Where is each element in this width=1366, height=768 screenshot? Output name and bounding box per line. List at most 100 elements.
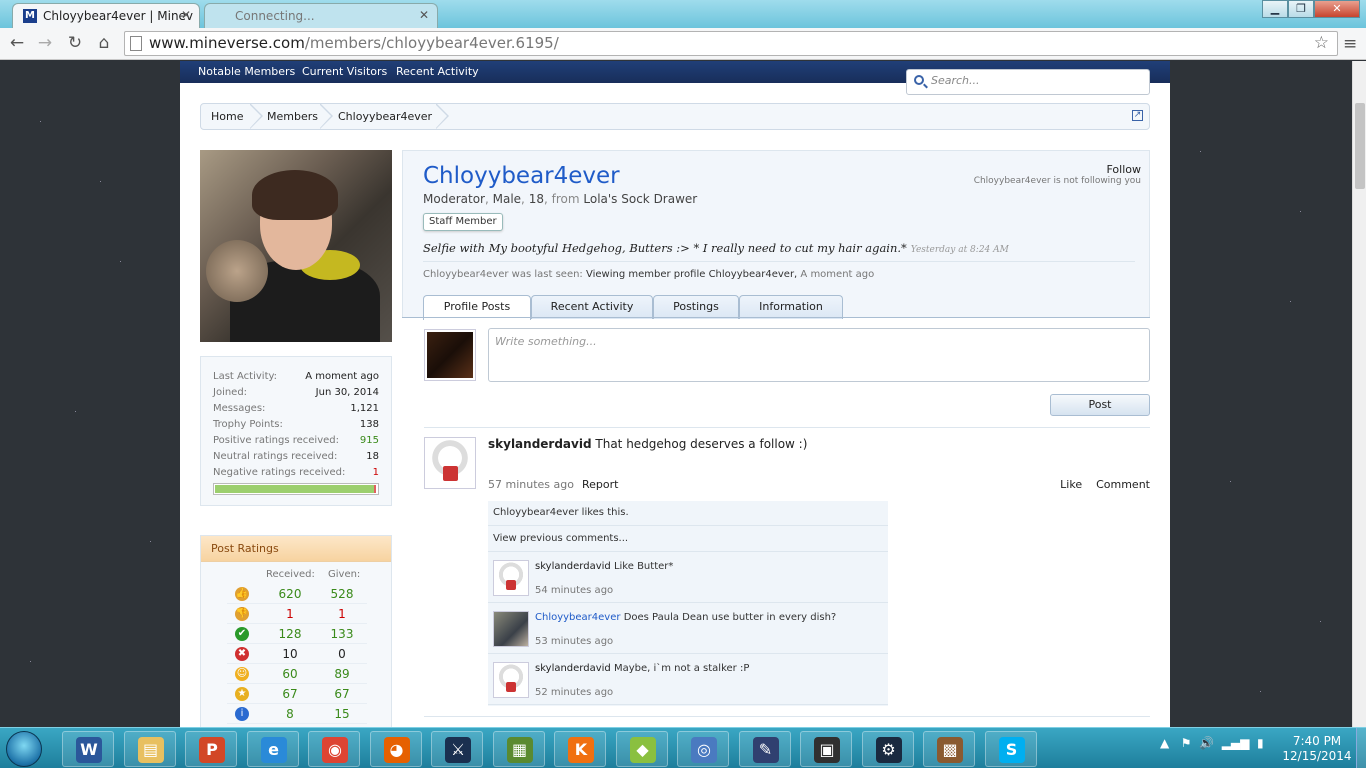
poster-avatar[interactable] bbox=[424, 437, 476, 489]
thumbs-down-icon[interactable]: 👎 bbox=[235, 607, 249, 621]
home-icon[interactable]: ⌂ bbox=[93, 32, 115, 54]
last-seen-activity[interactable]: Viewing member profile Chloyybear4ever, bbox=[586, 269, 797, 280]
close-tab-2-icon[interactable]: ✕ bbox=[419, 8, 429, 22]
popout-icon[interactable]: ↗ bbox=[1132, 110, 1143, 121]
comment-avatar[interactable] bbox=[493, 611, 529, 647]
breadcrumb-current: Chloyybear4ever bbox=[338, 110, 433, 123]
taskbar-app-button[interactable]: ◆ bbox=[615, 731, 668, 767]
info-icon[interactable]: i bbox=[235, 707, 249, 721]
clock-date: 12/15/2014 bbox=[1282, 749, 1352, 763]
close-tab-icon[interactable]: ✕ bbox=[181, 8, 191, 22]
chrome-menu-icon[interactable]: ≡ bbox=[1343, 34, 1357, 54]
taskbar-app-button[interactable]: ◎ bbox=[677, 731, 729, 767]
tab-active[interactable]: M Chloyybear4ever | Minev ✕ bbox=[12, 3, 200, 28]
taskbar-app-button[interactable]: W bbox=[62, 731, 114, 767]
show-desktop-button[interactable] bbox=[1356, 728, 1366, 768]
nav-notable-members[interactable]: Notable Members bbox=[198, 65, 295, 78]
taskbar-app-button[interactable]: S bbox=[984, 731, 1037, 767]
cross-icon[interactable]: ✖ bbox=[235, 647, 249, 661]
view-previous-text[interactable]: View previous comments... bbox=[493, 533, 628, 544]
reload-icon[interactable]: ↻ bbox=[64, 32, 86, 54]
status-text: Selfie with My bootyful Hedgehog, Butter… bbox=[423, 241, 907, 255]
comment-time[interactable]: 52 minutes ago bbox=[535, 687, 613, 698]
comment-link[interactable]: Comment bbox=[1096, 478, 1150, 491]
star-icon[interactable]: ★ bbox=[235, 687, 249, 701]
breadcrumb-members[interactable]: Members bbox=[267, 104, 318, 129]
like-link[interactable]: Like bbox=[1060, 478, 1082, 491]
taskbar-app-button[interactable]: K bbox=[554, 731, 606, 767]
tray-arrow-icon[interactable]: ▲ bbox=[1160, 736, 1169, 750]
signal-icon[interactable]: ▂▄▆ bbox=[1222, 736, 1250, 750]
content-container: Notable Members Current Visitors Recent … bbox=[180, 61, 1170, 727]
search-input[interactable]: Search... bbox=[906, 69, 1150, 95]
stat-row: Last Activity: A moment ago bbox=[213, 371, 379, 382]
taskbar-app-button[interactable]: ✎ bbox=[738, 731, 791, 767]
comment-author[interactable]: skylanderdavid bbox=[535, 663, 611, 674]
browser-toolbar: ← → ↻ ⌂ www.mineverse.com/members/chloyy… bbox=[0, 28, 1366, 60]
taskbar-app-button[interactable]: ▣ bbox=[800, 731, 852, 767]
taskbar-app-button[interactable]: ⚔ bbox=[431, 731, 483, 767]
post-button[interactable]: Post bbox=[1050, 394, 1150, 416]
tab-recent-activity[interactable]: Recent Activity bbox=[531, 295, 653, 319]
comment-author[interactable]: skylanderdavid bbox=[535, 561, 611, 572]
mineverse-favicon-icon: M bbox=[23, 9, 37, 23]
given-header: Given: bbox=[328, 569, 361, 580]
taskbar-app-button[interactable]: ◕ bbox=[369, 731, 422, 767]
tab-postings[interactable]: Postings bbox=[653, 295, 739, 319]
smiley-icon[interactable]: ☺ bbox=[235, 667, 249, 681]
report-link[interactable]: Report bbox=[582, 478, 618, 491]
comment-author[interactable]: Chloyybear4ever bbox=[535, 612, 621, 623]
tab-information[interactable]: Information bbox=[739, 295, 843, 319]
thumbs-up-icon[interactable]: 👍 bbox=[235, 587, 249, 601]
comment-time[interactable]: 54 minutes ago bbox=[535, 585, 613, 596]
post-ratings-panel: Post Ratings Received: Given: 👍 620 528 👎 1 1… bbox=[200, 535, 392, 727]
address-bar[interactable]: www.mineverse.com/members/chloyybear4eve… bbox=[124, 31, 1338, 56]
flag-icon[interactable]: ⚑ bbox=[1181, 736, 1192, 750]
follow-link[interactable]: Follow bbox=[1106, 163, 1141, 176]
minecraft-icon: ▦ bbox=[506, 737, 533, 763]
post-time[interactable]: 57 minutes ago bbox=[488, 478, 574, 491]
view-previous-comments[interactable]: View previous comments... bbox=[488, 527, 888, 552]
post-actions: Like Comment bbox=[1060, 478, 1150, 491]
nav-current-visitors[interactable]: Current Visitors bbox=[302, 65, 387, 78]
taskbar-app-button[interactable]: ◉ bbox=[308, 731, 360, 767]
page-scrollbar[interactable] bbox=[1352, 61, 1366, 727]
scrollbar-thumb[interactable] bbox=[1355, 103, 1365, 189]
back-icon[interactable]: ← bbox=[6, 32, 28, 54]
likes-summary: Chloyybear4ever likes this. bbox=[488, 501, 888, 526]
likes-text[interactable]: Chloyybear4ever likes this. bbox=[493, 507, 629, 518]
bookmark-star-icon[interactable]: ☆ bbox=[1314, 32, 1329, 55]
post-author[interactable]: skylanderdavid bbox=[488, 437, 592, 451]
maximize-button[interactable]: ❐ bbox=[1288, 0, 1314, 18]
comment-time[interactable]: 53 minutes ago bbox=[535, 636, 613, 647]
battery-icon[interactable]: ▮ bbox=[1257, 736, 1264, 750]
forward-icon[interactable]: → bbox=[34, 32, 56, 54]
rating-row: 👎 1 1 bbox=[227, 604, 367, 624]
profile-post-message: skylanderdavid That hedgehog deserves a … bbox=[488, 437, 807, 451]
taskbar-app-button[interactable]: ⚙ bbox=[861, 731, 914, 767]
taskbar-app-button[interactable]: ▦ bbox=[492, 731, 545, 767]
nav-recent-activity[interactable]: Recent Activity bbox=[396, 65, 479, 78]
comment-avatar[interactable] bbox=[493, 560, 529, 596]
network-icon: ◎ bbox=[691, 737, 717, 763]
taskbar-app-button[interactable]: ▤ bbox=[123, 731, 176, 767]
clock[interactable]: 7:40 PM 12/15/2014 bbox=[1282, 734, 1352, 764]
url-path: /members/chloyybear4ever.6195/ bbox=[304, 34, 559, 52]
explorer-icon: ▤ bbox=[137, 737, 164, 763]
profile-post-input[interactable]: Write something... bbox=[488, 328, 1150, 382]
comment: skylanderdavid Like Butter* 54 minutes ag… bbox=[488, 553, 888, 603]
checkmark-icon[interactable]: ✔ bbox=[235, 627, 249, 641]
comment-avatar[interactable] bbox=[493, 662, 529, 698]
taskbar-app-button[interactable]: e bbox=[246, 731, 299, 767]
volume-icon[interactable]: 🔊 bbox=[1199, 736, 1214, 750]
minimize-button[interactable]: ▁ bbox=[1262, 0, 1288, 18]
start-button[interactable] bbox=[6, 731, 42, 767]
taskbar-app-button[interactable]: ▩ bbox=[923, 731, 975, 767]
received-count: 128 bbox=[278, 627, 302, 641]
rating-row: ★ 67 67 bbox=[227, 684, 367, 704]
user-role: Moderator bbox=[423, 192, 485, 206]
taskbar-app-button[interactable]: P bbox=[185, 731, 237, 767]
breadcrumb-home[interactable]: Home bbox=[211, 104, 243, 129]
tab-loading[interactable]: Connecting... ✕ bbox=[204, 3, 438, 28]
close-window-button[interactable]: ✕ bbox=[1314, 0, 1360, 18]
